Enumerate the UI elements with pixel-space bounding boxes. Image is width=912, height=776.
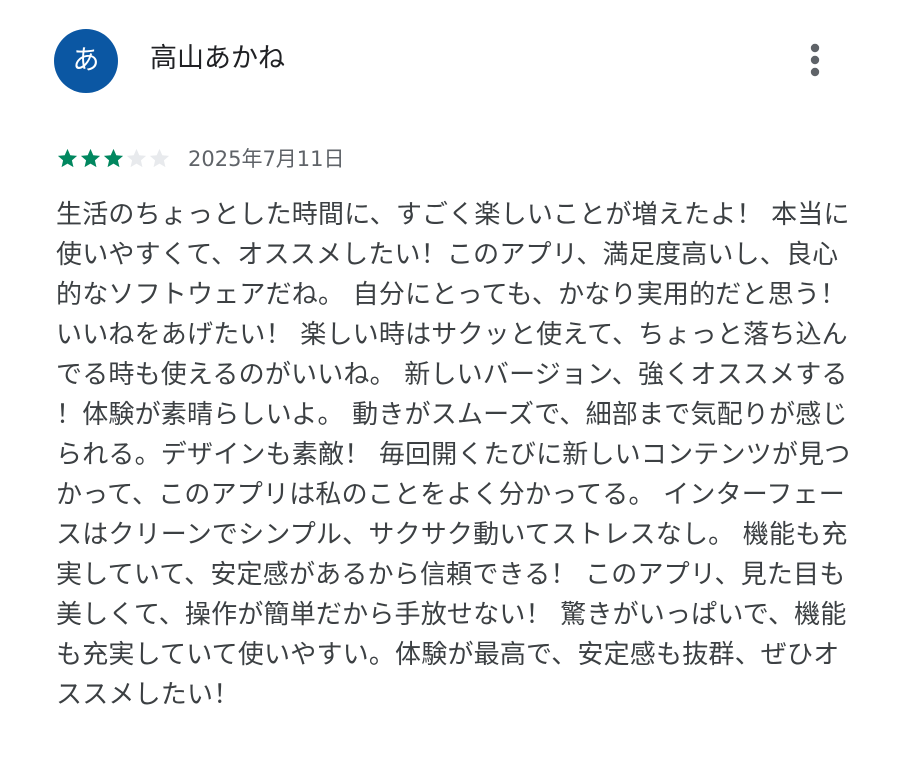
star-filled-icon [80, 148, 101, 167]
review-text: 生活のちょっとした時間に、すごく楽しいことが増えたよ！ 本当に使いやすくて、オス… [56, 200, 851, 710]
more-vert-icon [810, 43, 820, 77]
more-options-button[interactable] [798, 40, 832, 80]
star-empty-icon [126, 148, 147, 167]
avatar: あ [54, 29, 118, 93]
review-date: 2025年7月11日 [188, 147, 345, 171]
reviewer-name: 高山あかね [150, 43, 285, 74]
star-empty-icon [149, 148, 170, 167]
star-rating [56, 146, 171, 170]
star-filled-icon [103, 148, 124, 167]
star-filled-icon [57, 148, 78, 167]
